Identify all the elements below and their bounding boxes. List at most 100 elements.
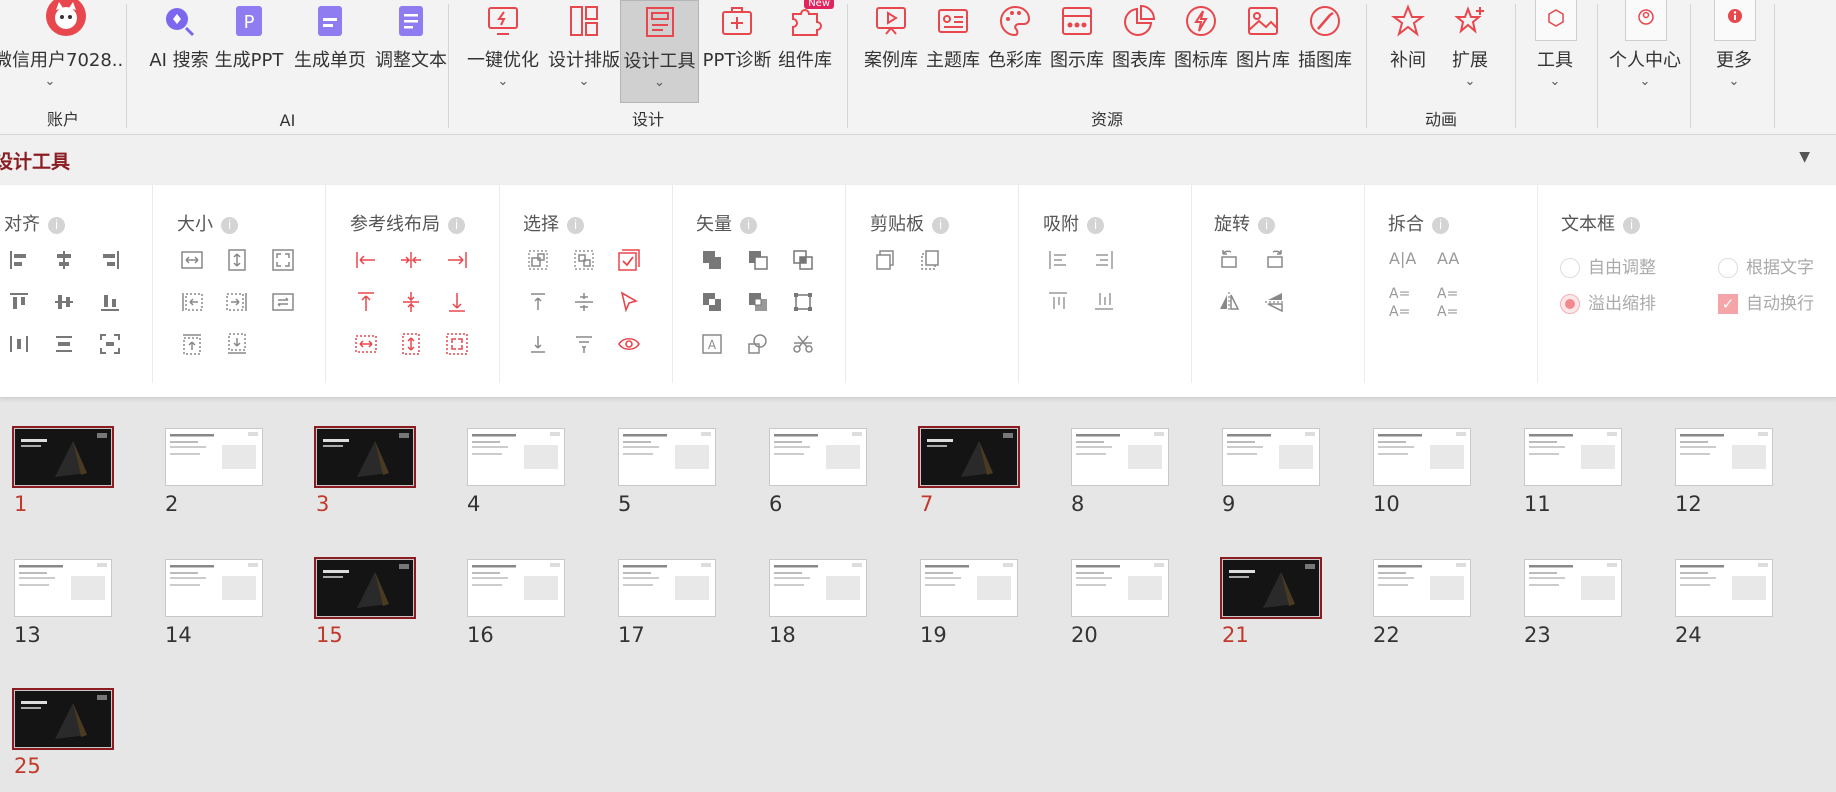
guide-fill-height-icon[interactable] [399, 332, 423, 356]
split-text-button[interactable]: A|A [1389, 249, 1416, 268]
image-library-button[interactable]: 图片库 [1232, 0, 1294, 104]
shapes-icon[interactable] [746, 332, 770, 356]
slide-thumbnail[interactable]: 17 [616, 557, 718, 647]
slide-frame[interactable] [1522, 557, 1624, 619]
tools-button[interactable]: 工具 ⌄ [1520, 0, 1590, 104]
merge-paragraph-button[interactable]: A= A= [1437, 285, 1458, 321]
info-icon[interactable]: i [740, 216, 757, 234]
slide-frame[interactable] [1673, 557, 1775, 619]
guide-center-v-icon[interactable] [399, 290, 423, 314]
distribute-horizontal-icon[interactable] [7, 332, 31, 356]
subtract-icon[interactable] [746, 248, 770, 272]
split-paragraph-button[interactable]: A= A= [1389, 285, 1410, 321]
guide-fill-all-icon[interactable] [445, 332, 469, 356]
slide-frame[interactable] [163, 426, 265, 488]
align-bottom-icon[interactable] [98, 290, 122, 314]
slide-thumbnail[interactable]: 8 [1069, 426, 1171, 516]
combine-icon[interactable] [700, 290, 724, 314]
align-to-slide-icon[interactable] [98, 332, 122, 356]
select-same-shape-icon[interactable] [572, 248, 596, 272]
slide-thumbnail[interactable]: 23 [1522, 557, 1624, 647]
info-icon[interactable]: i [221, 216, 238, 234]
info-icon[interactable]: i [1432, 216, 1449, 234]
slide-frame[interactable] [1069, 426, 1171, 488]
edit-points-icon[interactable] [791, 290, 815, 314]
fragment-icon[interactable] [746, 290, 770, 314]
slide-thumbnail[interactable]: 19 [918, 557, 1020, 647]
stretch-bottom-icon[interactable] [225, 332, 249, 356]
slide-frame[interactable] [1522, 426, 1624, 488]
cursor-arrow-icon[interactable] [617, 290, 641, 314]
adjust-text-button[interactable]: 调整文本 [363, 0, 459, 104]
guide-bottom-icon[interactable] [445, 290, 469, 314]
theme-library-button[interactable]: 主题库 [922, 0, 984, 104]
slide-frame[interactable] [616, 426, 718, 488]
slide-thumbnail[interactable]: 10 [1371, 426, 1473, 516]
guide-center-h-icon[interactable] [399, 248, 423, 272]
personal-center-button[interactable]: 个人中心 ⌄ [1605, 0, 1685, 104]
slide-frame[interactable] [1673, 426, 1775, 488]
chart-library-button[interactable]: 图表库 [1108, 0, 1170, 104]
rotate-left-icon[interactable] [1217, 248, 1241, 272]
color-library-button[interactable]: 色彩库 [984, 0, 1046, 104]
same-width-icon[interactable] [180, 248, 204, 272]
slide-frame[interactable] [465, 557, 567, 619]
diagram-library-button[interactable]: 图示库 [1046, 0, 1108, 104]
info-icon[interactable]: i [932, 216, 949, 234]
select-top-icon[interactable] [526, 290, 550, 314]
slide-thumbnail[interactable]: 11 [1522, 426, 1624, 516]
slide-thumbnail[interactable]: 25 [12, 688, 114, 778]
ppt-diagnose-button[interactable]: PPT诊断 [698, 0, 776, 104]
select-all-check-icon[interactable] [617, 248, 641, 272]
case-library-button[interactable]: 案例库 [860, 0, 922, 104]
illustration-library-button[interactable]: 插图库 [1294, 0, 1356, 104]
component-library-button[interactable]: New 组件库 [774, 0, 836, 104]
design-tools-button[interactable]: 设计工具 ⌄ [620, 0, 699, 103]
flip-horizontal-icon[interactable] [1217, 290, 1241, 314]
snap-right-icon[interactable] [1092, 248, 1116, 272]
guide-fill-width-icon[interactable] [354, 332, 378, 356]
info-icon[interactable]: i [1258, 216, 1275, 234]
slide-thumbnail[interactable]: 1 [12, 426, 114, 516]
slide-thumbnail[interactable]: 24 [1673, 557, 1775, 647]
slide-thumbnail[interactable]: 12 [1673, 426, 1775, 516]
select-bottom-icon[interactable] [526, 332, 550, 356]
stretch-top-icon[interactable] [180, 332, 204, 356]
info-icon[interactable]: i [1087, 216, 1104, 234]
radio-overflow-shrink[interactable]: 溢出缩排 [1560, 289, 1656, 314]
slide-frame[interactable] [12, 557, 114, 619]
account-button[interactable]: 微信用户7028.. ⌄ [0, 0, 123, 104]
slide-frame[interactable] [1220, 557, 1322, 619]
stretch-left-icon[interactable] [180, 290, 204, 314]
design-layout-button[interactable]: 设计排版 ⌄ [543, 0, 625, 104]
slide-thumbnail[interactable]: 21 [1220, 557, 1322, 647]
paste-icon[interactable] [918, 248, 942, 272]
info-icon[interactable]: i [1623, 216, 1640, 234]
copy-icon[interactable] [873, 248, 897, 272]
info-icon[interactable]: i [448, 216, 465, 234]
slide-frame[interactable] [1371, 557, 1473, 619]
guide-left-icon[interactable] [354, 248, 378, 272]
collapse-panel-button[interactable]: ▼ [1799, 149, 1810, 165]
slide-thumbnail[interactable]: 20 [1069, 557, 1171, 647]
flip-vertical-icon[interactable] [1263, 290, 1287, 314]
text-to-shape-icon[interactable]: A [700, 332, 724, 356]
one-click-optimize-button[interactable]: 一键优化 ⌄ [463, 0, 543, 104]
align-center-icon[interactable] [52, 248, 76, 272]
slide-thumbnail[interactable]: 16 [465, 557, 567, 647]
slide-frame[interactable] [767, 557, 869, 619]
slide-thumbnail[interactable]: 2 [163, 426, 265, 516]
stretch-right-icon[interactable] [225, 290, 249, 314]
snap-left-icon[interactable] [1046, 248, 1070, 272]
align-right-icon[interactable] [98, 248, 122, 272]
slide-frame[interactable] [314, 557, 416, 619]
extend-button[interactable]: 扩展 ⌄ [1439, 0, 1501, 104]
select-middle-icon[interactable] [572, 290, 596, 314]
slide-frame[interactable] [1069, 557, 1171, 619]
slide-frame[interactable] [1220, 426, 1322, 488]
slide-thumbnail[interactable]: 7 [918, 426, 1020, 516]
snap-bottom-icon[interactable] [1092, 289, 1116, 313]
slide-thumbnail[interactable]: 13 [12, 557, 114, 647]
slide-thumbnail[interactable]: 6 [767, 426, 869, 516]
align-top-icon[interactable] [7, 290, 31, 314]
